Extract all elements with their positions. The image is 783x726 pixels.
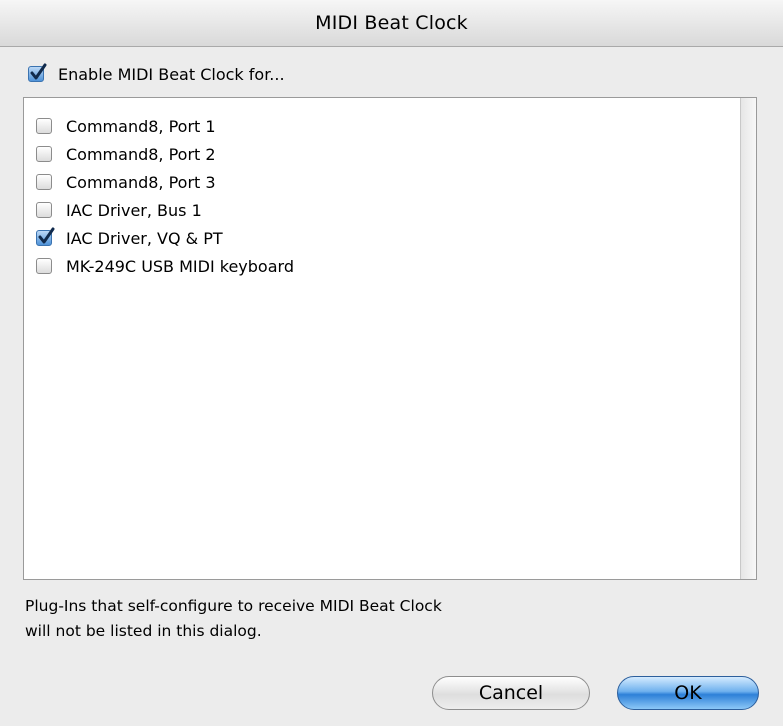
checkmark-icon [38, 227, 55, 244]
list-item-port-mk-249c[interactable]: MK-249C USB MIDI keyboard [36, 252, 294, 280]
list-item-port-command8-1[interactable]: Command8, Port 1 [36, 112, 294, 140]
vertical-scrollbar[interactable] [740, 98, 756, 579]
enable-midi-beat-clock-label: Enable MIDI Beat Clock for... [58, 64, 285, 84]
port-checkbox[interactable] [36, 227, 55, 246]
enable-midi-beat-clock-checkbox[interactable] [28, 63, 47, 82]
list-item-port-iac-vq-pt[interactable]: IAC Driver, VQ & PT [36, 224, 294, 252]
list-item-port-command8-2[interactable]: Command8, Port 2 [36, 140, 294, 168]
midi-port-list[interactable]: Command8, Port 1 Command8, Port 2 Comman… [23, 97, 757, 580]
port-checkbox[interactable] [36, 202, 52, 218]
checkmark-icon [30, 63, 47, 80]
port-label: Command8, Port 1 [66, 116, 216, 136]
window-title: MIDI Beat Clock [315, 12, 468, 34]
port-checkbox[interactable] [36, 146, 52, 162]
info-line-1: Plug-Ins that self-configure to receive … [25, 597, 442, 615]
port-label: IAC Driver, Bus 1 [66, 200, 202, 220]
info-line-2: will not be listed in this dialog. [25, 622, 262, 640]
info-text: Plug-Ins that self-configure to receive … [25, 594, 442, 644]
port-label: MK-249C USB MIDI keyboard [66, 256, 294, 276]
port-label: Command8, Port 2 [66, 144, 216, 164]
port-checkbox[interactable] [36, 118, 52, 134]
cancel-button[interactable]: Cancel [432, 676, 590, 710]
port-checkbox[interactable] [36, 174, 52, 190]
ok-button[interactable]: OK [617, 676, 759, 710]
list-item-port-iac-bus-1[interactable]: IAC Driver, Bus 1 [36, 196, 294, 224]
port-label: Command8, Port 3 [66, 172, 216, 192]
title-bar: MIDI Beat Clock [0, 0, 783, 47]
enable-midi-beat-clock-row[interactable]: Enable MIDI Beat Clock for... [28, 62, 285, 86]
port-label: IAC Driver, VQ & PT [66, 228, 223, 248]
port-checkbox[interactable] [36, 258, 52, 274]
list-item-port-command8-3[interactable]: Command8, Port 3 [36, 168, 294, 196]
